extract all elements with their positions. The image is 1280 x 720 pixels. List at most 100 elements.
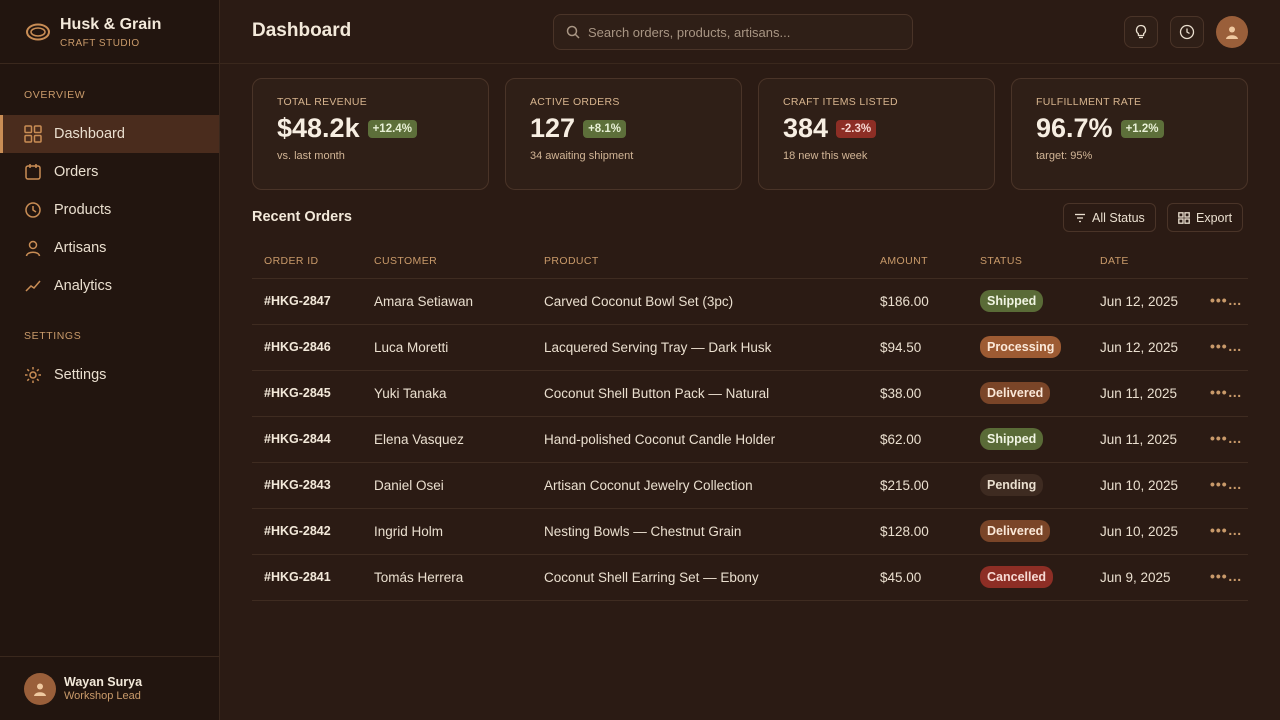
product-name: Carved Coconut Bowl Set (3pc) [544,294,734,309]
app: Husk & Grain CRAFT STUDIO OVERVIEW Dashb… [0,0,1280,720]
table-row[interactable]: #HKG-2845 Yuki Tanaka Coconut Shell Butt… [252,371,1248,417]
grid-icon [1178,211,1190,224]
order-id[interactable]: #HKG-2846 [264,340,331,354]
stat-card-revenue: TOTAL REVENUE $48.2k +12.4% vs. last mon… [252,78,489,190]
stat-note: 34 awaiting shipment [530,150,634,162]
order-id[interactable]: #HKG-2843 [264,478,331,492]
order-amount: $38.00 [880,386,922,401]
brand-name: Husk & Grain [60,15,162,33]
recent-orders-title: Recent Orders [252,209,352,225]
sidebar-item-dashboard[interactable]: Dashboard [0,115,219,153]
order-amount: $62.00 [880,432,922,447]
column-header-date[interactable]: DATE [1100,255,1129,267]
order-amount: $186.00 [880,294,929,309]
stat-note: 18 new this week [783,150,868,162]
sidebar-item-orders[interactable]: Orders [0,153,219,191]
order-date: Jun 12, 2025 [1100,294,1179,309]
grid-icon [24,125,42,143]
stat-label: FULFILLMENT RATE [1036,96,1142,108]
user-profile[interactable]: Wayan Surya Workshop Lead [0,656,219,720]
customer-name: Amara Setiawan [374,294,474,309]
stat-card-active-orders: ACTIVE ORDERS 127 +8.1% 34 awaiting ship… [505,78,742,190]
sidebar-item-settings[interactable]: Settings [0,356,219,394]
header-avatar[interactable] [1216,16,1248,48]
orders-table: ORDER ID CUSTOMER PRODUCT AMOUNT STATUS … [252,242,1248,601]
row-actions-icon[interactable]: •••… [1210,384,1243,400]
user-name: Wayan Surya [64,675,143,689]
product-name: Artisan Coconut Jewelry Collection [544,478,753,493]
order-id[interactable]: #HKG-2844 [264,432,331,446]
row-actions-icon[interactable]: •••… [1210,292,1243,308]
column-header-amount[interactable]: AMOUNT [880,255,928,267]
lightbulb-icon [1135,24,1147,39]
filter-label: All Status [1092,210,1145,225]
status-filter-button[interactable]: All Status [1063,203,1156,232]
stat-change-badge: +12.4% [367,119,417,138]
export-button[interactable]: Export [1167,203,1244,232]
status-badge: Shipped [980,290,1044,312]
status-badge: Delivered [980,520,1051,542]
order-date: Jun 10, 2025 [1100,524,1179,539]
sidebar: Husk & Grain CRAFT STUDIO OVERVIEW Dashb… [0,0,220,720]
sidebar-item-label: Artisans [54,240,107,256]
stat-value: 384 [783,113,829,143]
table-row[interactable]: #HKG-2844 Elena Vasquez Hand-polished Co… [252,417,1248,463]
customer-name: Tomás Herrera [374,570,464,585]
stat-label: TOTAL REVENUE [277,96,368,108]
sidebar-item-label: Settings [54,367,107,383]
stat-change-badge: +1.2% [1120,119,1164,138]
row-actions-icon[interactable]: •••… [1210,568,1243,584]
column-header-status[interactable]: STATUS [980,255,1022,267]
status-badge: Cancelled [980,566,1054,588]
table-row[interactable]: #HKG-2842 Ingrid Holm Nesting Bowls — Ch… [252,509,1248,555]
ideas-button[interactable] [1124,16,1158,48]
row-actions-icon[interactable]: •••… [1210,338,1243,354]
search-input[interactable] [588,24,888,40]
table-row[interactable]: #HKG-2847 Amara Setiawan Carved Coconut … [252,279,1248,325]
nav-section-settings: SETTINGS [24,330,82,342]
table-row[interactable]: #HKG-2841 Tomás Herrera Coconut Shell Ea… [252,555,1248,601]
column-header-order-id[interactable]: ORDER ID [264,255,319,267]
history-button[interactable] [1170,16,1204,48]
table-row[interactable]: #HKG-2846 Luca Moretti Lacquered Serving… [252,325,1248,371]
user-icon [34,683,46,696]
stat-label: CRAFT ITEMS LISTED [783,96,898,108]
sidebar-item-products[interactable]: Products [0,191,219,229]
order-date: Jun 11, 2025 [1100,386,1178,401]
row-actions-icon[interactable]: •••… [1210,522,1243,538]
column-header-product[interactable]: PRODUCT [544,255,599,267]
stat-card-fulfillment: FULFILLMENT RATE 96.7% +1.2% target: 95% [1011,78,1248,190]
table-row[interactable]: #HKG-2843 Daniel Osei Artisan Coconut Je… [252,463,1248,509]
order-amount: $215.00 [880,478,929,493]
user-icon [1226,26,1238,39]
search-bar[interactable] [553,14,913,50]
sun-gear-icon [24,366,42,384]
clock-icon [24,201,42,219]
stat-label: ACTIVE ORDERS [530,96,620,108]
status-badge: Delivered [980,382,1051,404]
stat-note: vs. last month [277,150,345,162]
filter-icon [1075,213,1085,222]
row-actions-icon[interactable]: •••… [1210,430,1243,446]
search-icon [566,25,580,39]
order-date: Jun 12, 2025 [1100,340,1179,355]
person-icon [24,239,42,257]
sidebar-item-artisans[interactable]: Artisans [0,229,219,267]
order-id[interactable]: #HKG-2842 [264,524,331,538]
brand[interactable]: Husk & Grain CRAFT STUDIO [0,0,219,64]
row-actions-icon[interactable]: •••… [1210,476,1243,492]
stat-change-badge: -2.3% [836,119,877,138]
customer-name: Ingrid Holm [374,524,444,539]
order-id[interactable]: #HKG-2845 [264,386,331,400]
customer-name: Yuki Tanaka [374,386,447,401]
order-id[interactable]: #HKG-2841 [264,570,331,584]
sidebar-item-analytics[interactable]: Analytics [0,267,219,305]
order-id[interactable]: #HKG-2847 [264,294,331,308]
status-badge: Processing [980,336,1062,358]
column-header-customer[interactable]: CUSTOMER [374,255,437,267]
customer-name: Daniel Osei [374,478,444,493]
trend-icon [24,277,42,295]
export-label: Export [1196,210,1233,225]
sidebar-item-label: Analytics [54,278,113,294]
order-amount: $128.00 [880,524,929,539]
